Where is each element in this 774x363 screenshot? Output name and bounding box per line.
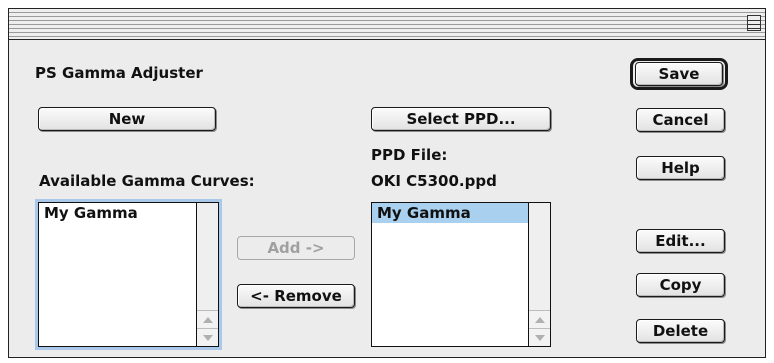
- scroll-down-arrow-icon: [202, 334, 213, 341]
- remove-button[interactable]: <- Remove: [237, 284, 355, 308]
- available-curves-label: Available Gamma Curves:: [39, 172, 255, 190]
- edit-button[interactable]: Edit...: [636, 229, 725, 253]
- scroll-down-arrow-icon: [534, 334, 545, 341]
- available-curves-list[interactable]: My Gamma: [38, 202, 219, 347]
- available-list-scrollbar[interactable]: [196, 203, 218, 346]
- new-button[interactable]: New: [38, 107, 216, 131]
- add-button[interactable]: Add ->: [237, 236, 355, 260]
- help-button[interactable]: Help: [636, 156, 725, 180]
- scroll-up-button[interactable]: [529, 310, 550, 328]
- copy-button[interactable]: Copy: [636, 273, 725, 297]
- delete-button[interactable]: Delete: [636, 319, 725, 343]
- scroll-down-button[interactable]: [529, 328, 550, 346]
- ppd-curves-list[interactable]: My Gamma: [371, 202, 551, 347]
- ppd-list-scrollbar[interactable]: [528, 203, 550, 346]
- title-bar[interactable]: [9, 9, 765, 40]
- scroll-down-button[interactable]: [197, 328, 218, 346]
- ppd-filename: OKI C5300.ppd: [371, 172, 497, 190]
- dialog-window: PS Gamma Adjuster New Select PPD... Save…: [8, 8, 766, 358]
- scroll-up-button[interactable]: [197, 310, 218, 328]
- list-item[interactable]: My Gamma: [372, 203, 528, 223]
- select-ppd-button[interactable]: Select PPD...: [371, 107, 551, 131]
- scroll-up-arrow-icon: [534, 316, 545, 323]
- collapse-box-icon[interactable]: [747, 15, 761, 31]
- ppd-curves-list-content: My Gamma: [372, 203, 528, 346]
- list-item[interactable]: My Gamma: [39, 203, 196, 223]
- save-button[interactable]: Save: [635, 62, 723, 86]
- dialog-title: PS Gamma Adjuster: [35, 64, 203, 82]
- available-curves-list-content: My Gamma: [39, 203, 196, 346]
- cancel-button[interactable]: Cancel: [636, 108, 725, 132]
- ppd-file-label: PPD File:: [371, 146, 448, 164]
- scroll-up-arrow-icon: [202, 316, 213, 323]
